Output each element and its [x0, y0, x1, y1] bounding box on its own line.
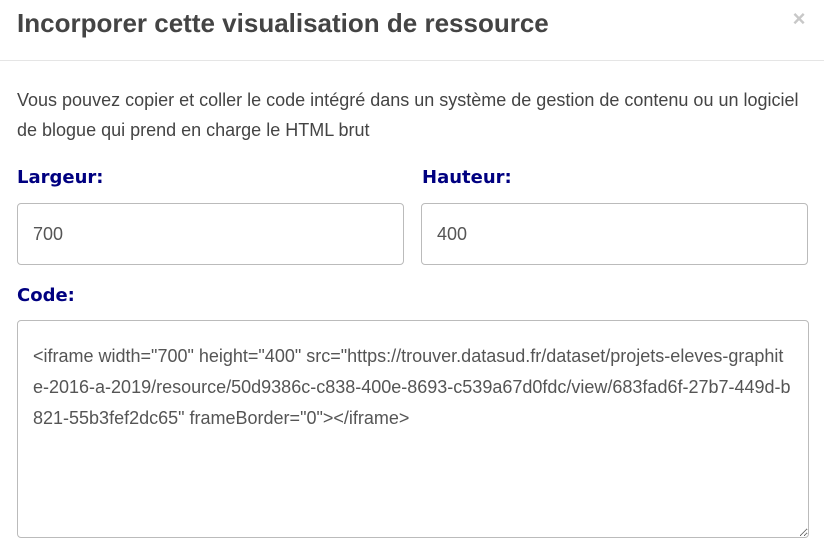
- embed-dialog: Incorporer cette visualisation de ressou…: [0, 0, 824, 545]
- code-label: Code:: [17, 285, 75, 306]
- close-icon[interactable]: ×: [791, 8, 807, 30]
- embed-code-textarea[interactable]: <iframe width="700" height="400" src="ht…: [17, 320, 809, 538]
- intro-text: Vous pouvez copier et coller le code int…: [17, 90, 799, 140]
- height-input[interactable]: [421, 203, 808, 265]
- width-input[interactable]: [17, 203, 404, 265]
- height-label: Hauteur:: [422, 167, 512, 188]
- dialog-header: Incorporer cette visualisation de ressou…: [0, 0, 824, 61]
- width-label: Largeur:: [17, 167, 104, 188]
- dialog-title: Incorporer cette visualisation de ressou…: [17, 8, 549, 38]
